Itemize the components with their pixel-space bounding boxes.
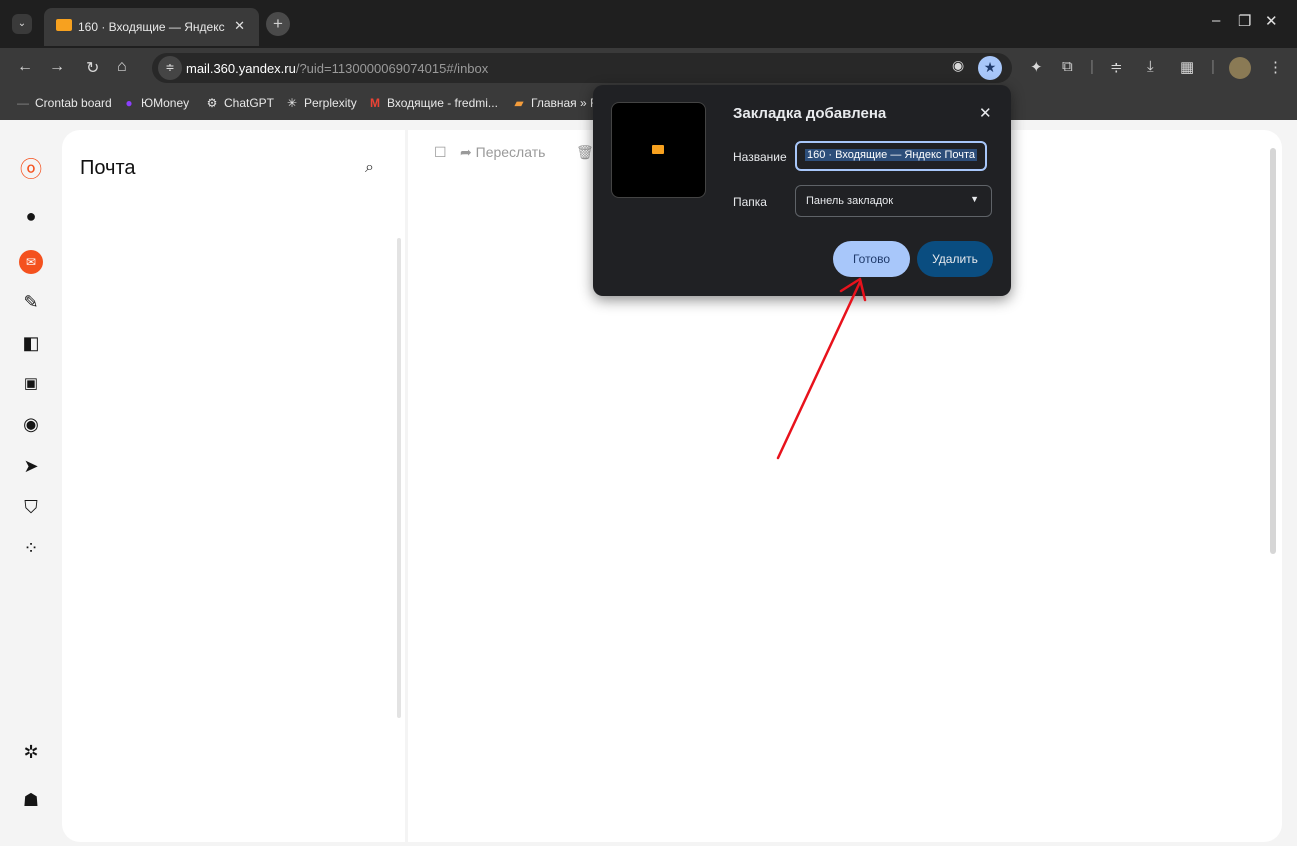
extensions-icon[interactable]: ⧉ <box>1062 58 1073 75</box>
bookmark-chatgpt[interactable]: ⚙ ChatGPT <box>205 96 274 110</box>
chevron-down-icon: ▼ <box>970 194 979 204</box>
page-thumbnail <box>611 102 706 198</box>
minimize-icon[interactable]: – <box>1212 12 1220 29</box>
done-button[interactable]: Готово <box>833 241 910 277</box>
forward-button[interactable]: ➦ Переслать <box>460 144 545 161</box>
chatgpt-icon: ⚙ <box>206 96 218 110</box>
profile-extension-icon[interactable]: ✦ <box>1030 58 1043 76</box>
forward-label: Переслать <box>475 144 546 160</box>
browser-menu-icon[interactable]: ⋮ <box>1268 58 1283 76</box>
yoomoney-icon: ● <box>125 96 133 110</box>
title-bar: ⌄ 160 · Входящие — Яндекс Почта ✕ + – ❐ … <box>0 0 1297 48</box>
calendar-icon[interactable]: ▣ <box>19 372 43 396</box>
forward-icon: ➦ <box>460 144 472 160</box>
close-tab-icon[interactable]: ✕ <box>234 18 245 34</box>
translate-icon[interactable]: ▦ <box>1180 58 1194 76</box>
site-info-icon[interactable]: ≑ <box>158 56 182 80</box>
reload-icon[interactable]: ↻ <box>86 58 99 78</box>
home-icon[interactable]: ⌂ <box>117 58 127 76</box>
select-all-checkbox[interactable]: ☐ <box>434 144 447 161</box>
left-app-rail: ⓞ ● ✉ ✎ ◧ ▣ ◉ ➤ ⛉ ⁘ ✲ ☗ <box>0 120 62 846</box>
browser-toolbar: ← → ↻ ⌂ ≑ mail.360.yandex.ru/?uid=113000… <box>0 48 1297 88</box>
bookmark-folder-select[interactable]: Панель закладок ▼ <box>795 185 992 217</box>
send-icon[interactable]: ➤ <box>19 454 43 478</box>
tab-search-button[interactable]: ⌄ <box>12 14 32 34</box>
name-label: Название <box>733 150 787 164</box>
perplexity-icon: ✳ <box>286 96 298 110</box>
tasks-icon[interactable]: ⛉ <box>19 495 43 519</box>
close-window-icon[interactable]: ✕ <box>1265 12 1278 30</box>
bookmark-name-value: 160 · Входящие — Яндекс Почта <box>805 149 977 161</box>
close-icon[interactable]: ✕ <box>979 104 992 122</box>
profile-avatar[interactable] <box>1229 57 1251 79</box>
dialog-title: Закладка добавлена <box>733 105 887 122</box>
bookmark-added-dialog: Закладка добавлена ✕ Название 160 · Вход… <box>593 85 1011 296</box>
url-path: /?uid=1130000069074015#/inbox <box>295 61 489 76</box>
reading-list-icon[interactable]: ≑ <box>1110 58 1123 76</box>
page-scrollbar[interactable] <box>1270 148 1276 554</box>
yandex360-logo-icon[interactable]: ⓞ <box>19 158 43 182</box>
restore-icon[interactable]: ❐ <box>1238 12 1251 30</box>
delete-icon[interactable]: 🗑 <box>576 144 594 161</box>
messenger-icon[interactable]: ◉ <box>19 412 43 436</box>
address-bar[interactable]: ≑ mail.360.yandex.ru/?uid=11300000690740… <box>152 53 1012 83</box>
toolbar-divider-2: | <box>1211 58 1215 75</box>
mail-favicon-icon <box>56 19 72 31</box>
cloud-icon[interactable]: ● <box>19 204 43 228</box>
bookmark-crontab[interactable]: — Crontab board <box>16 96 112 110</box>
new-tab-button[interactable]: + <box>266 12 290 36</box>
delete-button[interactable]: Удалить <box>917 241 993 277</box>
folder-label: Папка <box>733 195 767 209</box>
notes-icon[interactable]: ✎ <box>19 290 43 314</box>
toolbar-divider: | <box>1090 58 1094 75</box>
eye-icon[interactable]: ◉ <box>952 57 964 74</box>
bookmark-perplexity[interactable]: ✳ Perplexity <box>285 96 357 110</box>
bookmark-inbox-gmail[interactable]: M Входящие - fredmi... <box>368 96 498 110</box>
mail-envelope-icon <box>652 145 664 154</box>
forward-icon[interactable]: → <box>49 58 65 76</box>
tab-active[interactable]: 160 · Входящие — Яндекс Почта ✕ <box>44 8 259 46</box>
folder-scrollbar[interactable] <box>397 238 401 718</box>
bookmark-star-icon[interactable]: ★ <box>978 56 1002 80</box>
all-services-icon[interactable]: ⁘ <box>19 536 43 560</box>
user-avatar[interactable]: ☗ <box>19 788 43 812</box>
bookmark-yoomoney[interactable]: ● ЮMoney <box>122 96 189 110</box>
gmail-icon: M <box>370 96 380 110</box>
crontab-icon: — <box>17 96 29 110</box>
disk-icon[interactable]: ◧ <box>19 331 43 355</box>
bookmark-name-input[interactable]: 160 · Входящие — Яндекс Почта <box>795 141 987 171</box>
mail-pane-title: Почта <box>80 157 136 179</box>
folder-pane: Почта ⌕ <box>62 130 405 842</box>
url-text: mail.360.yandex.ru/?uid=1130000069074015… <box>186 61 488 76</box>
back-icon[interactable]: ← <box>17 58 33 76</box>
tab-title: 160 · Входящие — Яндекс Почта <box>78 20 228 34</box>
bookmark-folder-icon: ▰ <box>514 96 524 110</box>
bookmark-main[interactable]: ▰ Главная » F <box>512 96 597 110</box>
url-host: mail.360.yandex.ru <box>186 61 296 76</box>
folder-value: Панель закладок <box>806 195 894 207</box>
search-icon[interactable]: ⌕ <box>365 159 374 177</box>
settings-icon[interactable]: ✲ <box>19 740 43 764</box>
mail-app-icon[interactable]: ✉ <box>19 248 43 274</box>
download-icon[interactable]: ⤓ <box>1147 58 1154 75</box>
